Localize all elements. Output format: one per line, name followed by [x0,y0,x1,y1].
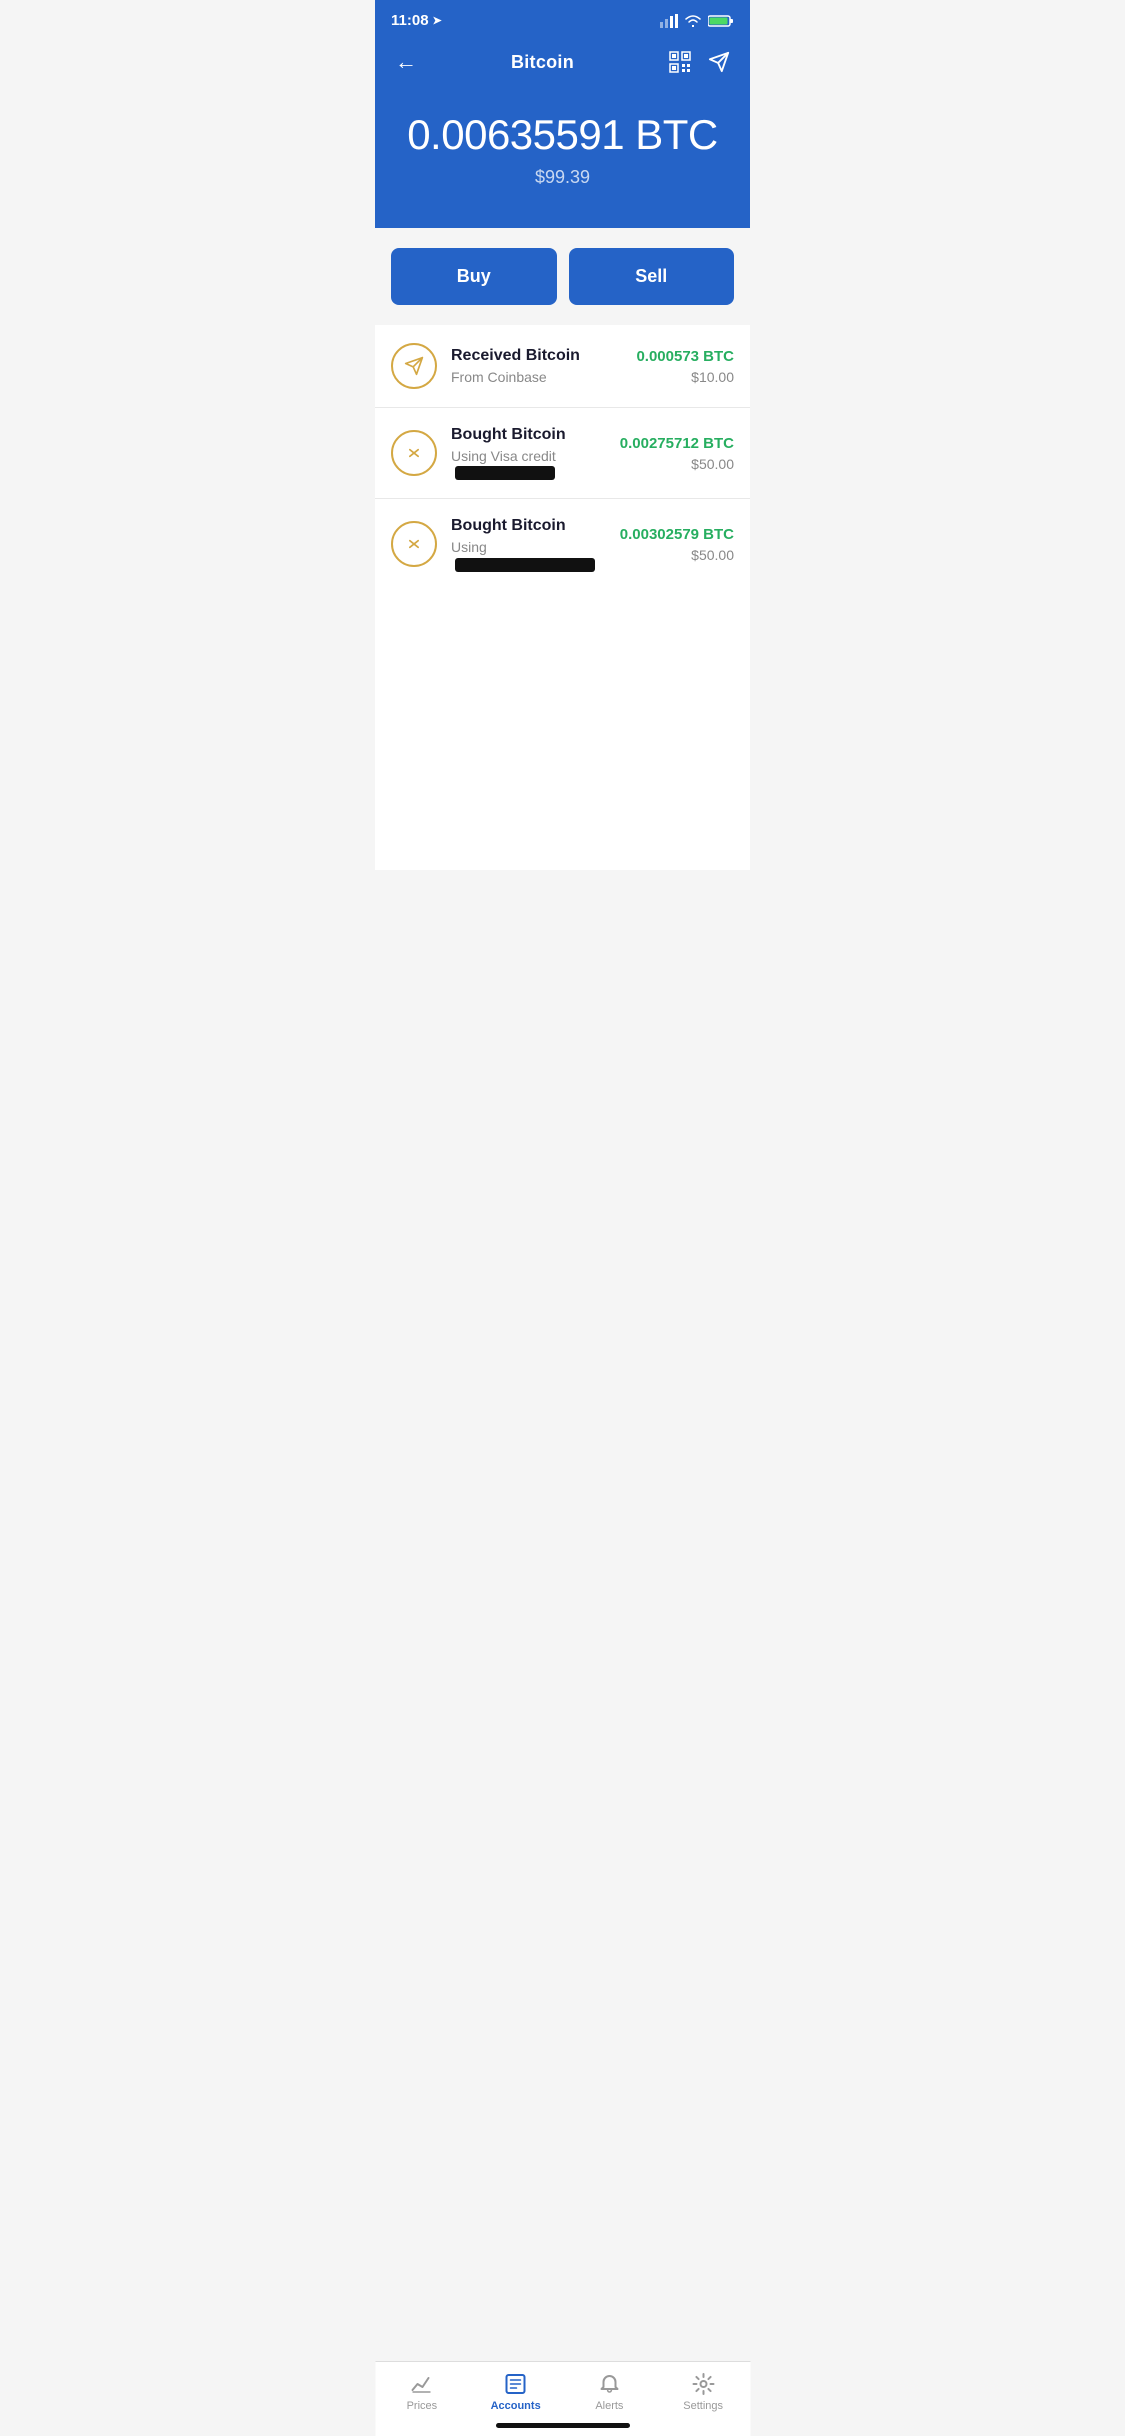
transaction-item[interactable]: Received Bitcoin From Coinbase 0.000573 … [375,325,750,408]
tx-btc-amount: 0.00302579 BTC [620,526,734,543]
tab-label-alerts: Alerts [595,2400,623,2412]
header-left: ← [395,49,417,75]
page-title: Bitcoin [511,52,574,73]
back-button[interactable]: ← [395,49,417,75]
transaction-item[interactable]: Bought Bitcoin Using Visa credit 0.00275… [375,408,750,499]
usd-balance: $99.39 [395,167,730,188]
tx-title: Bought Bitcoin [451,517,606,535]
status-icons [660,14,734,28]
tx-buy-icon [391,521,437,567]
tx-btc-amount: 0.000573 BTC [636,348,734,365]
tx-usd-amount: $10.00 [636,369,734,385]
tx-details: Received Bitcoin From Coinbase [451,347,622,385]
tx-amounts: 0.00302579 BTC $50.00 [620,526,734,563]
battery-icon [708,14,734,28]
tx-subtitle: Using Visa credit [451,448,606,480]
tab-settings[interactable]: Settings [656,2372,750,2412]
signal-icon [660,14,678,28]
prices-icon [410,2372,434,2396]
tx-subtitle: Using [451,539,606,571]
balance-section: 0.00635591 BTC $99.39 [375,91,750,238]
action-buttons: Buy Sell [375,228,750,325]
tab-alerts[interactable]: Alerts [563,2372,657,2412]
tx-details: Bought Bitcoin Using Visa credit [451,426,606,480]
tx-usd-amount: $50.00 [620,456,734,472]
redacted-info [455,558,595,572]
accounts-icon [504,2372,528,2396]
transactions-section: Received Bitcoin From Coinbase 0.000573 … [375,325,750,590]
tx-usd-amount: $50.00 [620,547,734,563]
tab-label-prices: Prices [407,2400,438,2412]
tx-receive-icon [391,343,437,389]
home-indicator [496,2423,630,2428]
tab-accounts[interactable]: Accounts [469,2372,563,2412]
tx-btc-amount: 0.00275712 BTC [620,435,734,452]
tx-title: Received Bitcoin [451,347,622,365]
tx-subtitle: From Coinbase [451,369,622,385]
tx-details: Bought Bitcoin Using [451,517,606,571]
alerts-icon [597,2372,621,2396]
qr-icon[interactable] [668,50,692,74]
settings-icon [691,2372,715,2396]
redacted-info [455,466,555,480]
transaction-item[interactable]: Bought Bitcoin Using 0.00302579 BTC $50.… [375,499,750,589]
status-bar: 11:08 ➤ [375,0,750,37]
tab-prices[interactable]: Prices [375,2372,469,2412]
buy-button[interactable]: Buy [391,248,557,305]
btc-balance: 0.00635591 BTC [395,111,730,159]
tab-label-accounts: Accounts [491,2400,541,2412]
tx-amounts: 0.00275712 BTC $50.00 [620,435,734,472]
tx-amounts: 0.000573 BTC $10.00 [636,348,734,385]
header-right [668,50,730,74]
empty-space [375,590,750,870]
time-display: 11:08 [391,12,429,29]
send-icon[interactable] [708,51,730,73]
status-time: 11:08 ➤ [391,12,442,29]
location-icon: ➤ [433,14,442,27]
tab-label-settings: Settings [683,2400,723,2412]
tx-buy-icon [391,430,437,476]
tx-title: Bought Bitcoin [451,426,606,444]
wifi-icon [684,14,702,28]
header: ← Bitcoin [375,37,750,91]
sell-button[interactable]: Sell [569,248,735,305]
